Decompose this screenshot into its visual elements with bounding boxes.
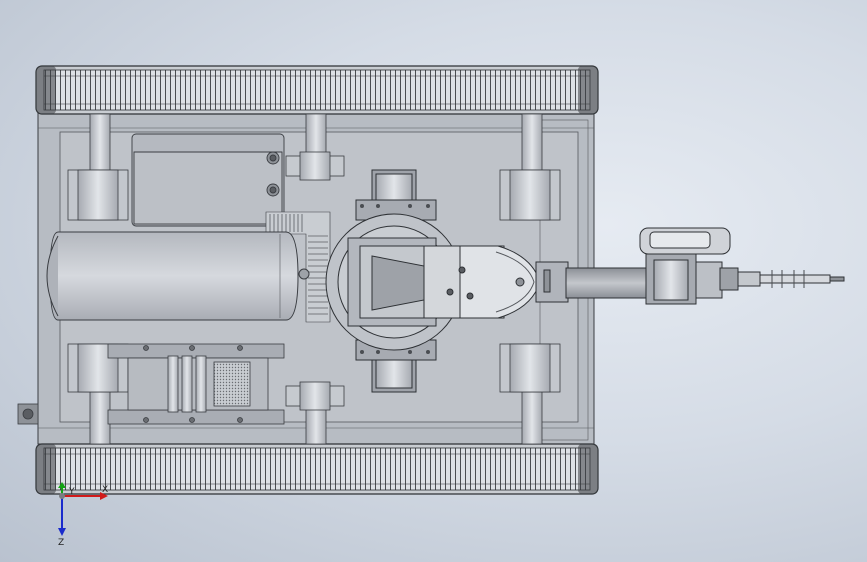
track-top bbox=[35, 65, 599, 115]
drive-assembly bbox=[107, 343, 285, 425]
triad-z-label: Z bbox=[58, 538, 64, 548]
track-bottom bbox=[35, 443, 599, 495]
side-connector bbox=[17, 403, 39, 425]
battery-box bbox=[131, 133, 285, 227]
cad-viewport[interactable]: Y X Z bbox=[0, 0, 867, 562]
triad-x-label: X bbox=[102, 485, 108, 495]
pressure-tank bbox=[46, 231, 310, 321]
triad-y-label: Y bbox=[68, 487, 75, 497]
barrel bbox=[565, 227, 845, 305]
